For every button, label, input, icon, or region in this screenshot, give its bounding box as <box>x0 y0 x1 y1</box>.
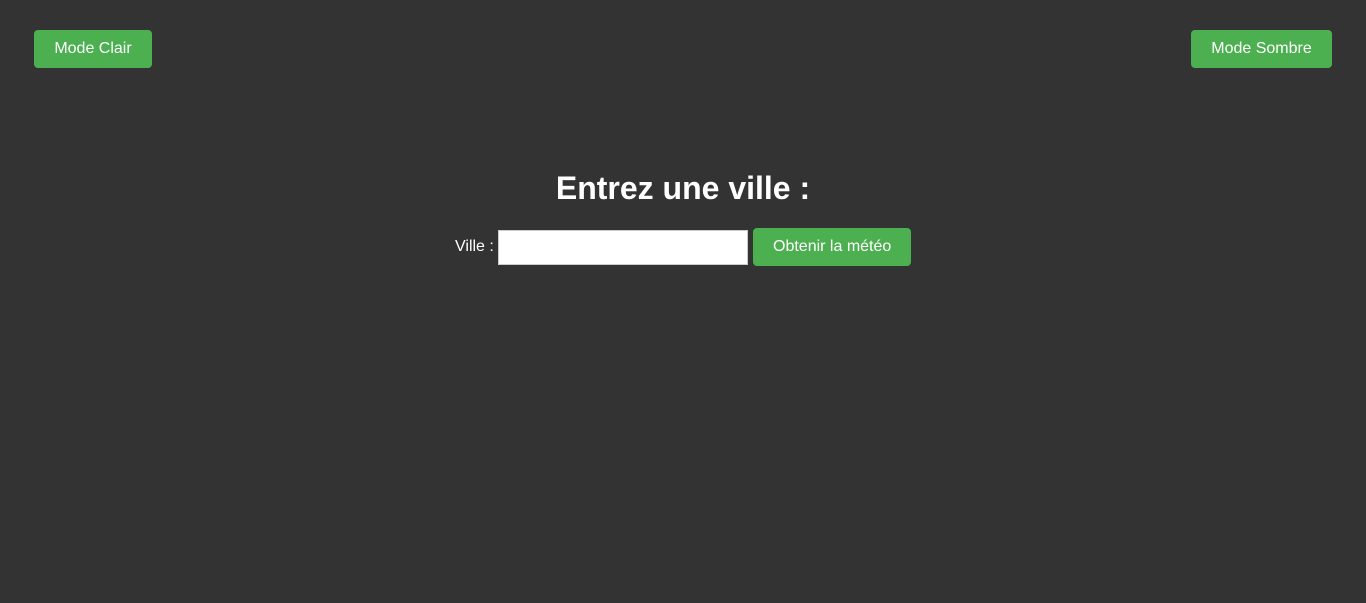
dark-mode-button[interactable]: Mode Sombre <box>1191 30 1332 68</box>
light-mode-button[interactable]: Mode Clair <box>34 30 152 68</box>
page: Mode Clair Mode Sombre Entrez une ville … <box>0 0 1366 603</box>
page-title: Entrez une ville : <box>555 170 811 206</box>
city-form: Ville : Obtenir la météo <box>0 228 1366 266</box>
city-label: Ville : <box>455 238 494 255</box>
city-input[interactable] <box>498 230 748 265</box>
get-weather-button[interactable]: Obtenir la météo <box>753 228 911 266</box>
